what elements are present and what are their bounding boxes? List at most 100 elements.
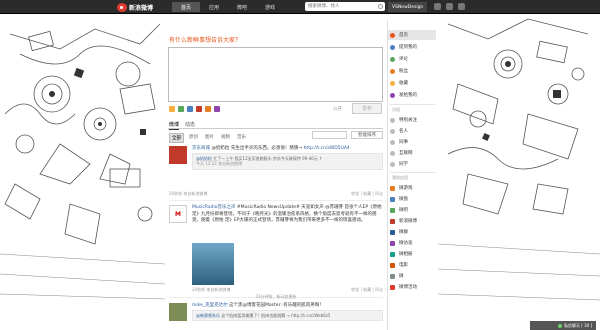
feed-post: 京东商城 @奶奶粒 先生出手买的东西，必须值！猜猜→ http://t.cn/z… — [169, 146, 383, 198]
left-decorative-illustration — [0, 14, 166, 330]
repost-text: 忙了一上午 我买12支芳香跑鞋水 京东今天继续特 99-40元 ↑ — [213, 155, 323, 161]
sidebar-item-comments[interactable]: 评论 — [388, 54, 436, 64]
sidebar-app[interactable]: 新浪微博 — [388, 216, 436, 226]
sidebar-app[interactable]: 微吧 — [388, 205, 436, 215]
avatar[interactable] — [169, 303, 187, 321]
group-icon — [390, 117, 395, 123]
post-link[interactable]: http://t.cn/zWD5UA4 — [304, 146, 350, 151]
sidebar-item-home[interactable]: 首页 — [388, 30, 436, 40]
new-feed-count[interactable]: 23分钟前，新动态更新 — [165, 294, 387, 300]
right-decorative-illustration — [437, 14, 600, 330]
apps-heading: 我的应用 — [392, 175, 408, 180]
nav-games[interactable]: 游戏 — [256, 2, 284, 12]
tab-divider — [168, 128, 383, 129]
group-icon — [390, 150, 395, 156]
repost-text: 这个肌肉猛男美爆了！肌肉也能跳舞 → http://t.cn/zWeb6z5 — [221, 312, 331, 318]
sidebar-item-mentions[interactable]: 提到我的 — [388, 42, 436, 52]
sidebar-app[interactable]: 微 — [388, 271, 436, 281]
app-icon — [390, 262, 395, 268]
brand-name: 新浪微博 — [129, 4, 154, 12]
sidebar-separator — [390, 172, 435, 173]
post-divider — [169, 200, 383, 201]
sidebar-app[interactable]: 微盘 — [388, 194, 436, 204]
repost-username[interactable]: @新视频系乐 — [196, 313, 220, 318]
mail-icon — [390, 92, 395, 98]
message-icon[interactable] — [434, 3, 441, 10]
app-icon — [390, 240, 395, 246]
sidebar-app[interactable]: 微访谈 — [388, 238, 436, 248]
nav-apps[interactable]: 应用 — [200, 2, 228, 12]
repost-time[interactable]: 今天 12:22 — [196, 161, 217, 166]
post-time: 20秒前 来自新浪微博 — [192, 287, 231, 292]
topic-icon[interactable] — [205, 106, 211, 112]
top-bar: 新浪微博 首页 应用 微吧 游戏 VSNewDesign — [0, 0, 600, 14]
sidebar-group[interactable]: 互联网 — [388, 148, 436, 158]
group-icon — [390, 139, 395, 145]
avatar[interactable] — [169, 146, 187, 164]
home-icon — [390, 32, 395, 38]
composer-textarea[interactable] — [168, 47, 383, 102]
filter-music[interactable]: 音乐 — [235, 133, 248, 143]
app-icon — [390, 196, 395, 202]
sidebar-group[interactable]: 特别关注 — [388, 115, 436, 125]
feed-filters: 全部 原创 图片 视频 音乐 — [169, 133, 248, 143]
sidebar-app[interactable]: 微游戏 — [388, 183, 436, 193]
sort-dropdown[interactable]: 智能排序 — [351, 131, 383, 139]
nav-weiba[interactable]: 微吧 — [228, 2, 256, 12]
feed-search-input[interactable] — [312, 131, 347, 139]
filter-video[interactable]: 视频 — [219, 133, 232, 143]
fans-icon — [390, 68, 395, 74]
star-icon — [390, 80, 395, 86]
post-body: MusicRadio音乐之声 #MusicRadio NewsUpdate# 天… — [192, 205, 383, 225]
app-icon — [390, 284, 395, 290]
emoji-icon[interactable] — [169, 106, 175, 112]
post-image[interactable] — [192, 243, 234, 285]
sidebar-app[interactable]: 微博活动 — [388, 282, 436, 292]
image-icon[interactable] — [178, 106, 184, 112]
top-search — [305, 2, 385, 11]
sidebar-group[interactable]: 名人 — [388, 126, 436, 136]
sidebar-item-messages[interactable]: 发给我的 — [388, 90, 436, 100]
post-username[interactable]: MusicRadio音乐之声 — [192, 205, 235, 210]
filter-original[interactable]: 原创 — [187, 133, 200, 143]
composer-toolbar — [169, 106, 220, 112]
sidebar-app[interactable]: 电影 — [388, 260, 436, 270]
main-feed-column: 有什么新鲜事想告诉大家？ 公开 发布 微博 动态 全部 原创 图片 视频 音乐 … — [165, 20, 387, 330]
visibility-select[interactable]: 公开 — [333, 106, 342, 112]
app-icon — [390, 229, 395, 235]
app-icon — [390, 273, 395, 279]
search-input[interactable] — [305, 2, 375, 11]
video-icon[interactable] — [187, 106, 193, 112]
post-username[interactable]: mike_克里克达尔 — [192, 303, 228, 308]
feed-post: M MusicRadio音乐之声 #MusicRadio NewsUpdate#… — [169, 205, 383, 293]
post-actions[interactable]: 转发 | 收藏 | 评论 — [351, 191, 383, 197]
sidebar-separator — [390, 104, 435, 105]
app-icon — [390, 207, 395, 213]
filter-images[interactable]: 图片 — [203, 133, 216, 143]
filter-all[interactable]: 全部 — [169, 133, 184, 143]
repost-username[interactable]: @奶奶粒 — [196, 156, 212, 161]
sidebar-item-favorites[interactable]: 收藏 — [388, 78, 436, 88]
publish-button[interactable]: 发布 — [352, 103, 382, 114]
chat-bar[interactable]: 私信聊天 [ 30 ] — [530, 321, 596, 330]
username-link[interactable]: VSNewDesign — [388, 2, 428, 12]
music-icon[interactable] — [196, 106, 202, 112]
weibo-logo[interactable]: 新浪微博 — [117, 2, 153, 12]
sidebar-item-fans[interactable]: 粉丝 — [388, 66, 436, 76]
post-actions[interactable]: 转发 | 收藏 | 评论 — [351, 287, 383, 293]
weibo-eye-icon — [117, 2, 127, 12]
online-status-icon — [557, 323, 562, 328]
post-username[interactable]: 京东商城 — [192, 146, 210, 151]
sidebar-app[interactable]: 微相册 — [388, 249, 436, 259]
gear-icon[interactable] — [458, 3, 465, 10]
avatar[interactable]: M — [169, 205, 187, 223]
bell-icon[interactable] — [446, 3, 453, 10]
right-sidebar: 首页 提到我的 评论 粉丝 收藏 发给我的 分组 特别关注 名人 同事 互联网 … — [387, 20, 436, 330]
vote-icon[interactable] — [214, 106, 220, 112]
nav-home[interactable]: 首页 — [172, 2, 200, 12]
sidebar-group[interactable]: 同事 — [388, 137, 436, 147]
group-heading: 分组 — [392, 107, 400, 112]
sidebar-group[interactable]: 同学 — [388, 159, 436, 169]
sidebar-app[interactable]: 微群 — [388, 227, 436, 237]
search-icon[interactable] — [378, 4, 383, 9]
